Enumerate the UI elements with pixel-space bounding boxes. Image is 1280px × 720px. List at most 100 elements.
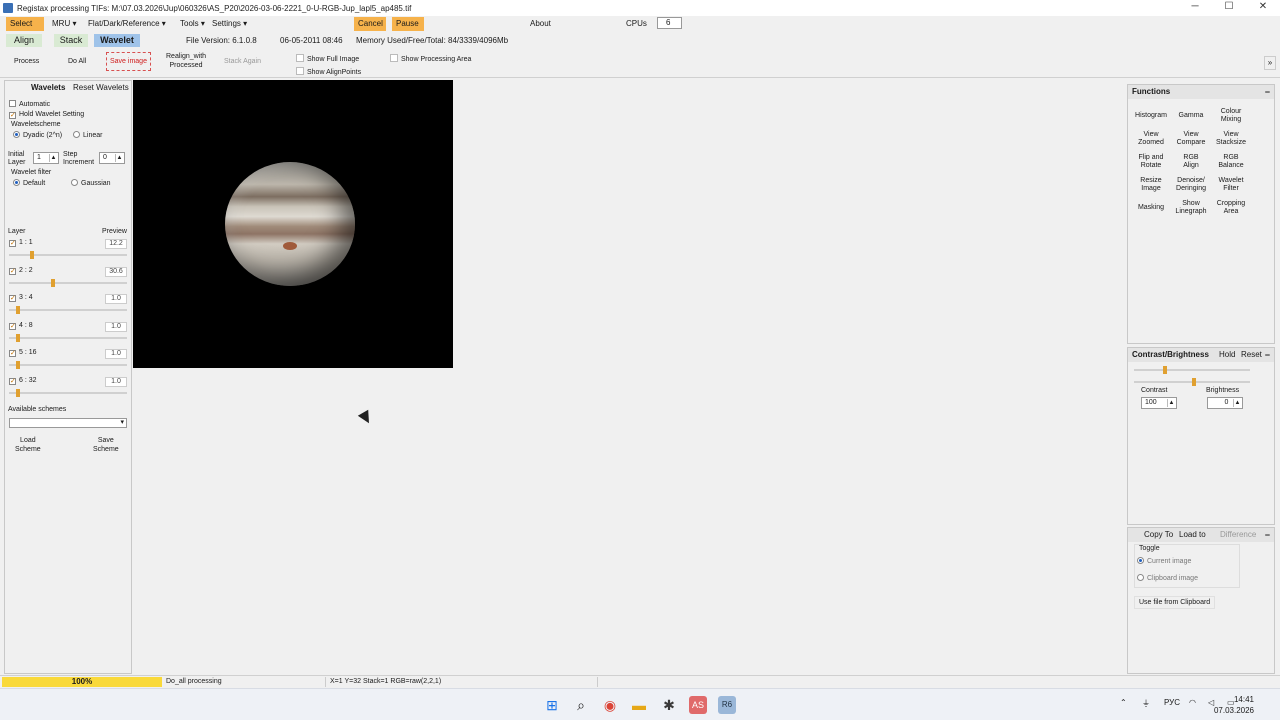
settings-menu[interactable]: Settings ▾: [208, 17, 251, 31]
realign-button[interactable]: Realign_with Processed: [166, 52, 206, 70]
search-icon[interactable]: ⌕: [572, 696, 590, 714]
function-button[interactable]: Denoise/Deringing: [1172, 174, 1210, 196]
brightness-spinner[interactable]: 0 ▲: [1207, 397, 1243, 409]
function-button[interactable]: Wavelet Filter: [1212, 174, 1250, 196]
pause-button[interactable]: Pause: [392, 17, 424, 31]
layer-preview-value[interactable]: 1.0: [105, 294, 127, 304]
default-radio[interactable]: Default: [13, 179, 45, 187]
gaussian-radio[interactable]: Gaussian: [71, 179, 111, 187]
expand-panel-icon[interactable]: »: [1264, 56, 1276, 70]
stack-again-button[interactable]: Stack Again: [224, 57, 261, 66]
about-menu[interactable]: About: [526, 17, 555, 31]
close-icon[interactable]: ✕: [1246, 0, 1280, 16]
show-processing-area-checkbox[interactable]: Show Processing Area: [390, 54, 471, 63]
tab-align[interactable]: Align: [6, 34, 42, 47]
save-image-button[interactable]: Save image: [106, 52, 151, 71]
file-explorer-icon[interactable]: ▬: [630, 696, 648, 714]
layer-checkbox[interactable]: ✓ 2 : 2: [9, 267, 33, 275]
flat-dark-reference-menu[interactable]: Flat/Dark/Reference ▾: [84, 17, 170, 31]
spinner-arrows-icon[interactable]: ▲: [115, 154, 123, 162]
registax-taskbar-icon[interactable]: R6: [718, 696, 736, 714]
autostakkert-icon[interactable]: AS: [689, 696, 707, 714]
current-image-radio[interactable]: Current image: [1137, 557, 1191, 565]
function-button[interactable]: Flip and Rotate: [1132, 151, 1170, 173]
hold-wavelet-checkbox[interactable]: ✓ Hold Wavelet Setting: [9, 111, 84, 119]
language-indicator[interactable]: РУС: [1164, 698, 1180, 707]
contrast-slider-thumb[interactable]: [1163, 366, 1167, 374]
chrome-icon[interactable]: ◉: [601, 696, 619, 714]
layer-slider[interactable]: [9, 251, 127, 259]
layer-slider[interactable]: [9, 279, 127, 287]
layer-slider[interactable]: [9, 389, 127, 397]
contrast-spinner[interactable]: 100 ▲: [1141, 397, 1177, 409]
collapse-icon[interactable]: −: [1265, 528, 1270, 542]
function-button[interactable]: Show Linegraph: [1172, 197, 1210, 219]
layer-checkbox[interactable]: ✓ 4 : 8: [9, 322, 33, 330]
collapse-icon[interactable]: −: [1265, 85, 1270, 99]
use-file-from-clipboard-button[interactable]: Use file from Clipboard: [1134, 596, 1216, 609]
do-all-button[interactable]: Do All: [68, 57, 86, 66]
dyadic-radio[interactable]: Dyadic (2^n): [13, 131, 62, 139]
tab-wavelet[interactable]: Wavelet: [94, 34, 140, 47]
cpus-spinner[interactable]: 6: [657, 17, 682, 29]
step-increment-spinner[interactable]: 0 ▲: [99, 152, 125, 164]
windows-start-icon[interactable]: ⊞: [543, 696, 561, 714]
function-button[interactable]: RGB Align: [1172, 151, 1210, 173]
layer-slider-thumb[interactable]: [16, 334, 21, 342]
tray-wifi-icon[interactable]: ◠: [1189, 698, 1196, 707]
reset-wavelets-button[interactable]: Reset Wavelets: [73, 83, 129, 92]
load-scheme-button[interactable]: Load Scheme: [15, 436, 41, 454]
maximize-icon[interactable]: ☐: [1212, 0, 1246, 16]
save-scheme-button[interactable]: Save Scheme: [93, 436, 119, 454]
function-button[interactable]: View Compare: [1172, 128, 1210, 150]
layer-slider-thumb[interactable]: [51, 279, 56, 287]
reset-button[interactable]: Reset: [1241, 348, 1262, 362]
layer-preview-value[interactable]: 1.0: [105, 349, 127, 359]
tray-chevron-icon[interactable]: ⌃: [1120, 698, 1127, 707]
layer-slider-thumb[interactable]: [16, 306, 21, 314]
copy-to-button[interactable]: Copy To: [1144, 528, 1173, 542]
function-button[interactable]: Cropping Area: [1212, 197, 1250, 219]
clipboard-image-radio[interactable]: Clipboard image: [1137, 574, 1198, 582]
layer-preview-value[interactable]: 30.6: [105, 267, 127, 277]
layer-checkbox[interactable]: ✓ 1 : 1: [9, 239, 33, 247]
function-button[interactable]: Histogram: [1132, 105, 1170, 127]
collapse-icon[interactable]: −: [1265, 348, 1270, 362]
layer-preview-value[interactable]: 12.2: [105, 239, 127, 249]
clock[interactable]: 14:41 07.03.2026: [1214, 694, 1254, 716]
spinner-arrows-icon[interactable]: ▲: [1167, 399, 1175, 407]
function-button[interactable]: Resize Image: [1132, 174, 1170, 196]
layer-slider-thumb[interactable]: [16, 361, 21, 369]
layer-slider-thumb[interactable]: [16, 389, 21, 397]
wavelets-tab[interactable]: Wavelets: [31, 83, 65, 92]
process-button[interactable]: Process: [14, 57, 39, 66]
brightness-slider-thumb[interactable]: [1192, 378, 1196, 386]
function-button[interactable]: Gamma: [1172, 105, 1210, 127]
minimize-icon[interactable]: ─: [1178, 0, 1212, 16]
function-button[interactable]: Masking: [1132, 197, 1170, 219]
function-button[interactable]: Colour Mixing: [1212, 105, 1250, 127]
automatic-checkbox[interactable]: Automatic: [9, 100, 50, 108]
tray-network-icon[interactable]: ⏚: [1142, 698, 1150, 709]
layer-preview-value[interactable]: 1.0: [105, 377, 127, 387]
load-to-button[interactable]: Load to: [1179, 528, 1206, 542]
layer-slider[interactable]: [9, 334, 127, 342]
tools-menu[interactable]: Tools ▾: [176, 17, 209, 31]
difference-button[interactable]: Difference: [1220, 528, 1256, 542]
app-icon[interactable]: ✱: [660, 696, 678, 714]
layer-preview-value[interactable]: 1.0: [105, 322, 127, 332]
show-full-image-checkbox[interactable]: Show Full Image: [296, 54, 359, 63]
cancel-button[interactable]: Cancel: [354, 17, 386, 31]
mru-menu[interactable]: MRU ▾: [48, 17, 80, 31]
layer-slider-thumb[interactable]: [30, 251, 35, 259]
select-button[interactable]: Select: [6, 17, 44, 31]
brightness-slider[interactable]: [1134, 378, 1250, 386]
layer-slider[interactable]: [9, 306, 127, 314]
layer-slider[interactable]: [9, 361, 127, 369]
contrast-slider[interactable]: [1134, 366, 1250, 374]
hold-button[interactable]: Hold: [1219, 348, 1235, 362]
linear-radio[interactable]: Linear: [73, 131, 102, 139]
function-button[interactable]: View Zoomed: [1132, 128, 1170, 150]
available-schemes-dropdown[interactable]: [9, 418, 127, 428]
function-button[interactable]: View Stacksize: [1212, 128, 1250, 150]
